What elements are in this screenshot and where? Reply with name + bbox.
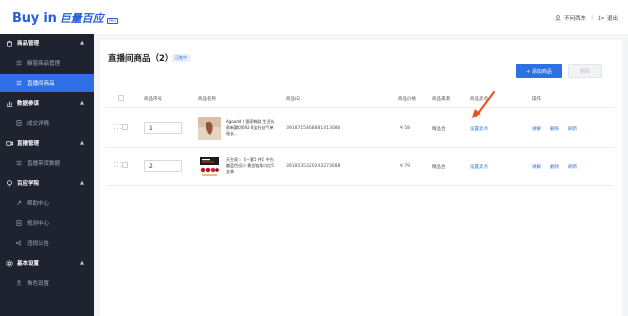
select-all-checkbox[interactable] bbox=[118, 95, 124, 101]
sidebar-item-label: 橱窗商品管理 bbox=[27, 61, 61, 67]
chevron-up-icon: ▲ bbox=[80, 180, 84, 186]
chevron-up-icon: ▲ bbox=[80, 140, 84, 146]
delete-button[interactable]: 删除 bbox=[568, 64, 602, 78]
refresh-link[interactable]: 刷新 bbox=[568, 164, 577, 170]
sidebar-item-label: 违规公告 bbox=[27, 241, 50, 247]
column-header: 商品名称 bbox=[198, 97, 216, 102]
chevron-up-icon: ▲ bbox=[80, 100, 84, 106]
list-icon bbox=[16, 80, 22, 86]
sidebar-group-goods[interactable]: 商品管理 ▲ bbox=[0, 34, 94, 52]
divider: | bbox=[591, 15, 593, 21]
product-source: 精品合 bbox=[432, 127, 446, 132]
set-selling-point-link[interactable]: 设置卖点 bbox=[470, 126, 488, 132]
user-name[interactable]: 不问西东 bbox=[564, 14, 586, 22]
sidebar-item-window-goods[interactable]: 橱窗商品管理 bbox=[0, 54, 94, 72]
doc-icon bbox=[16, 220, 22, 226]
sidebar-group-settings[interactable]: 基本设置 ▲ bbox=[0, 254, 94, 272]
sidebar-group-label: 数据参谋 bbox=[17, 101, 40, 107]
brand-logo[interactable]: Buy in 巨量百应 PRO bbox=[12, 10, 118, 26]
logout-link[interactable]: 退出 bbox=[607, 14, 618, 22]
academy-icon bbox=[6, 179, 13, 187]
drag-handle-icon[interactable] bbox=[114, 124, 122, 131]
sidebar: 商品管理 ▲ 橱窗商品管理 直播间商品 数据参谋 ▲ 成交详情 直播管理 ▲ 直… bbox=[0, 34, 94, 316]
sidebar-group-label: 商品管理 bbox=[17, 41, 40, 47]
sidebar-item-label: 直播带货数据 bbox=[27, 161, 61, 167]
help-icon bbox=[16, 200, 22, 206]
sidebar-group-academy[interactable]: 百应学院 ▲ bbox=[0, 174, 94, 192]
sidebar-item-label: 帮助中心 bbox=[27, 201, 50, 207]
sidebar-item-live-data[interactable]: 直播带货数据 bbox=[0, 154, 94, 172]
annotation-arrow-icon bbox=[472, 91, 495, 118]
status-badge: 正推中 bbox=[172, 54, 190, 62]
sidebar-item-violations[interactable]: 违规公告 bbox=[0, 234, 94, 252]
sequence-input[interactable]: 1 bbox=[144, 122, 182, 134]
user-area: 不问西东 | 退出 bbox=[555, 14, 618, 22]
product-id: 3918715468881413086 bbox=[286, 126, 341, 131]
explain-link[interactable]: 讲解 bbox=[532, 164, 541, 170]
goods-icon bbox=[6, 40, 13, 47]
refresh-link[interactable]: 刷新 bbox=[568, 126, 577, 132]
chevron-up-icon: ▲ bbox=[80, 260, 84, 266]
user-icon bbox=[555, 15, 561, 21]
chevron-up-icon: ▲ bbox=[80, 40, 84, 46]
set-selling-point-link[interactable]: 设置卖点 bbox=[470, 164, 488, 170]
drag-handle-icon[interactable] bbox=[114, 162, 122, 169]
top-bar: Buy in 巨量百应 PRO 不问西东 | 退出 bbox=[0, 0, 628, 34]
brand-tag: PRO bbox=[106, 18, 118, 24]
sidebar-group-label: 基本设置 bbox=[17, 261, 40, 267]
product-name: 天生丽丨【一套5 件】中古趣蓝色设小 黄金链条口红5支装 bbox=[226, 157, 274, 174]
product-name: Agoodd丨银家韩剧 生活长款新疆切692 8宝针丝气单瑶长... bbox=[226, 119, 275, 136]
product-id: 3918535320243273088 bbox=[286, 164, 341, 169]
column-header: 操作 bbox=[532, 97, 541, 102]
chart-icon bbox=[6, 100, 13, 107]
brand-name: Buy in bbox=[12, 11, 57, 26]
row-checkbox[interactable] bbox=[122, 162, 128, 168]
user-icon bbox=[16, 280, 22, 286]
sidebar-item-label: 规则中心 bbox=[27, 221, 50, 227]
sidebar-group-data[interactable]: 数据参谋 ▲ bbox=[0, 94, 94, 112]
explain-link[interactable]: 讲解 bbox=[532, 126, 541, 132]
sidebar-group-live[interactable]: 直播管理 ▲ bbox=[0, 134, 94, 152]
product-price: ¥ 79 bbox=[400, 164, 411, 169]
sidebar-item-roles[interactable]: 角色设置 bbox=[0, 274, 94, 292]
product-thumbnail[interactable] bbox=[198, 117, 221, 140]
product-thumbnail[interactable] bbox=[198, 155, 221, 178]
sidebar-item-help[interactable]: 帮助中心 bbox=[0, 194, 94, 212]
column-header: 商品ID bbox=[286, 97, 300, 102]
column-header: 商品序号 bbox=[144, 97, 162, 102]
sidebar-item-label: 成交详情 bbox=[27, 121, 50, 127]
announcement-icon bbox=[16, 240, 22, 246]
sidebar-item-live-goods[interactable]: 直播间商品 bbox=[0, 74, 94, 92]
doc-icon bbox=[16, 120, 22, 126]
sidebar-item-label: 直播间商品 bbox=[27, 81, 55, 87]
list-icon bbox=[16, 160, 22, 166]
sidebar-item-rules[interactable]: 规则中心 bbox=[0, 214, 94, 232]
delete-link[interactable]: 删除 bbox=[550, 126, 559, 132]
goods-panel: 直播间商品（2） 正推中 + 添加商品 删除 商品序号 商品名称 商品ID 商品… bbox=[100, 40, 622, 316]
logout-icon bbox=[598, 15, 604, 21]
table-header: 商品序号 商品名称 商品ID 商品价格 商品来源 商品卖点 操作 bbox=[106, 90, 614, 108]
content-area: 直播间商品（2） 正推中 + 添加商品 删除 商品序号 商品名称 商品ID 商品… bbox=[94, 34, 628, 316]
list-icon bbox=[16, 60, 22, 66]
column-header: 商品价格 bbox=[398, 97, 416, 102]
product-price: ¥ 58 bbox=[400, 126, 411, 131]
column-header: 商品来源 bbox=[432, 97, 450, 102]
live-icon bbox=[6, 140, 13, 147]
sidebar-group-label: 直播管理 bbox=[17, 141, 40, 147]
product-source: 精品合 bbox=[432, 165, 446, 170]
add-goods-button[interactable]: + 添加商品 bbox=[516, 64, 562, 78]
row-checkbox[interactable] bbox=[122, 124, 128, 130]
brand-cn-name: 巨量百应 bbox=[59, 12, 104, 25]
delete-link[interactable]: 删除 bbox=[550, 164, 559, 170]
sidebar-item-label: 角色设置 bbox=[27, 281, 50, 287]
table-row: 1 Agoodd丨银家韩剧 生活长款新疆切692 8宝针丝气单瑶长... 391… bbox=[106, 110, 614, 148]
settings-icon bbox=[6, 259, 13, 267]
page-title: 直播间商品（2） bbox=[108, 54, 174, 64]
sidebar-item-deal-detail[interactable]: 成交详情 bbox=[0, 114, 94, 132]
table-row: 2 天生丽丨【一套5 件】中古趣蓝色设小 黄金链条口红5支装 391853532… bbox=[106, 148, 614, 186]
sidebar-group-label: 百应学院 bbox=[17, 181, 40, 187]
sequence-input[interactable]: 2 bbox=[144, 160, 182, 172]
